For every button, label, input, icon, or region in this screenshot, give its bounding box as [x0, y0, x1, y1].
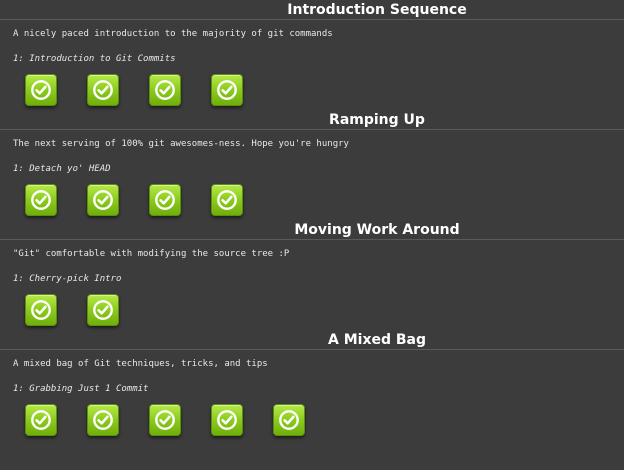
level-name: 1: Detach yo' HEAD [13, 164, 111, 174]
level-group-moving-work-around: Moving Work Around "Git" comfortable wit… [0, 220, 624, 328]
level-badge[interactable] [149, 184, 181, 216]
level-badges [25, 404, 624, 438]
level-badge[interactable] [87, 404, 119, 436]
level-badge[interactable] [25, 404, 57, 436]
level-name: 1: Introduction to Git Commits [13, 54, 176, 64]
level-badge[interactable] [87, 294, 119, 326]
level-name: 1: Cherry-pick Intro [13, 274, 122, 284]
group-title: A Mixed Bag [0, 332, 624, 350]
group-header: Moving Work Around [0, 220, 624, 240]
group-description: The next serving of 100% git awesomes-ne… [13, 139, 349, 149]
check-circle-icon [155, 80, 175, 100]
check-circle-icon [93, 410, 113, 430]
check-circle-icon [217, 410, 237, 430]
check-circle-icon [31, 80, 51, 100]
group-title: Moving Work Around [0, 222, 624, 240]
level-badge[interactable] [87, 74, 119, 106]
level-badges [25, 74, 624, 108]
level-badges [25, 294, 624, 328]
level-badge[interactable] [149, 74, 181, 106]
level-badge[interactable] [211, 404, 243, 436]
level-name: 1: Grabbing Just 1 Commit [13, 384, 149, 394]
level-badges [25, 184, 624, 218]
check-circle-icon [155, 190, 175, 210]
group-header: Ramping Up [0, 110, 624, 130]
check-circle-icon [155, 410, 175, 430]
check-circle-icon [31, 300, 51, 320]
level-badge[interactable] [273, 404, 305, 436]
group-title: Ramping Up [0, 112, 624, 130]
check-circle-icon [31, 410, 51, 430]
level-group-introduction-sequence: Introduction Sequence A nicely paced int… [0, 0, 624, 108]
level-badge[interactable] [211, 184, 243, 216]
level-badge[interactable] [211, 74, 243, 106]
level-badge[interactable] [25, 184, 57, 216]
level-badge[interactable] [149, 404, 181, 436]
group-description: A nicely paced introduction to the major… [13, 29, 333, 39]
level-selector: Introduction Sequence A nicely paced int… [0, 0, 624, 438]
check-circle-icon [217, 190, 237, 210]
level-badge[interactable] [87, 184, 119, 216]
level-badge[interactable] [25, 74, 57, 106]
check-circle-icon [217, 80, 237, 100]
check-circle-icon [279, 410, 299, 430]
level-group-ramping-up: Ramping Up The next serving of 100% git … [0, 110, 624, 218]
check-circle-icon [31, 190, 51, 210]
group-title: Introduction Sequence [0, 2, 624, 20]
group-description: "Git" comfortable with modifying the sou… [13, 249, 290, 259]
check-circle-icon [93, 190, 113, 210]
level-group-a-mixed-bag: A Mixed Bag A mixed bag of Git technique… [0, 330, 624, 438]
group-header: A Mixed Bag [0, 330, 624, 350]
check-circle-icon [93, 300, 113, 320]
group-header: Introduction Sequence [0, 0, 624, 20]
group-description: A mixed bag of Git techniques, tricks, a… [13, 359, 268, 369]
check-circle-icon [93, 80, 113, 100]
level-badge[interactable] [25, 294, 57, 326]
